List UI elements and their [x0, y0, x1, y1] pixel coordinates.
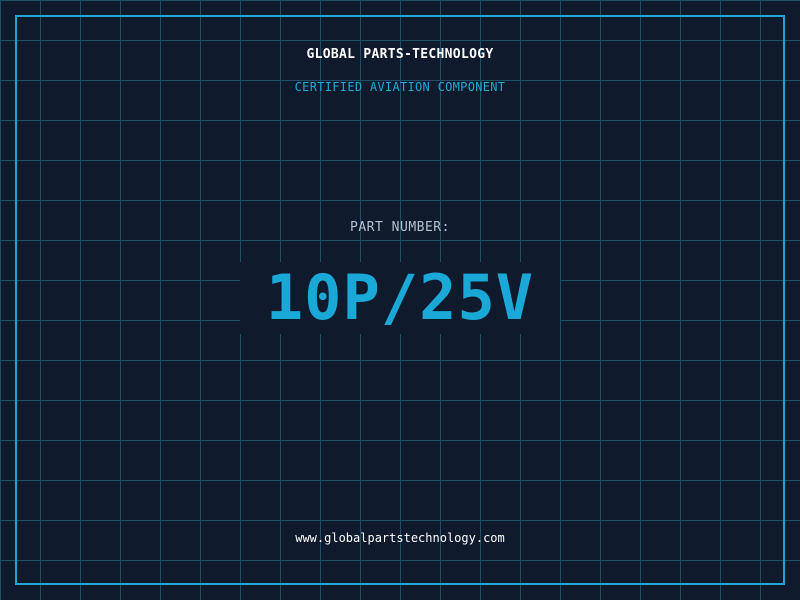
company-name: GLOBAL PARTS-TECHNOLOGY	[306, 47, 494, 62]
part-number-value: 10P/25V	[265, 261, 535, 334]
label-canvas: GLOBAL PARTS-TECHNOLOGY CERTIFIED AVIATI…	[0, 0, 800, 600]
website-url: www.globalpartstechnology.com	[295, 531, 505, 545]
part-number-label: PART NUMBER:	[350, 220, 450, 235]
certification-subtitle: CERTIFIED AVIATION COMPONENT	[294, 80, 506, 94]
part-number-panel: 10P/25V	[240, 262, 560, 334]
